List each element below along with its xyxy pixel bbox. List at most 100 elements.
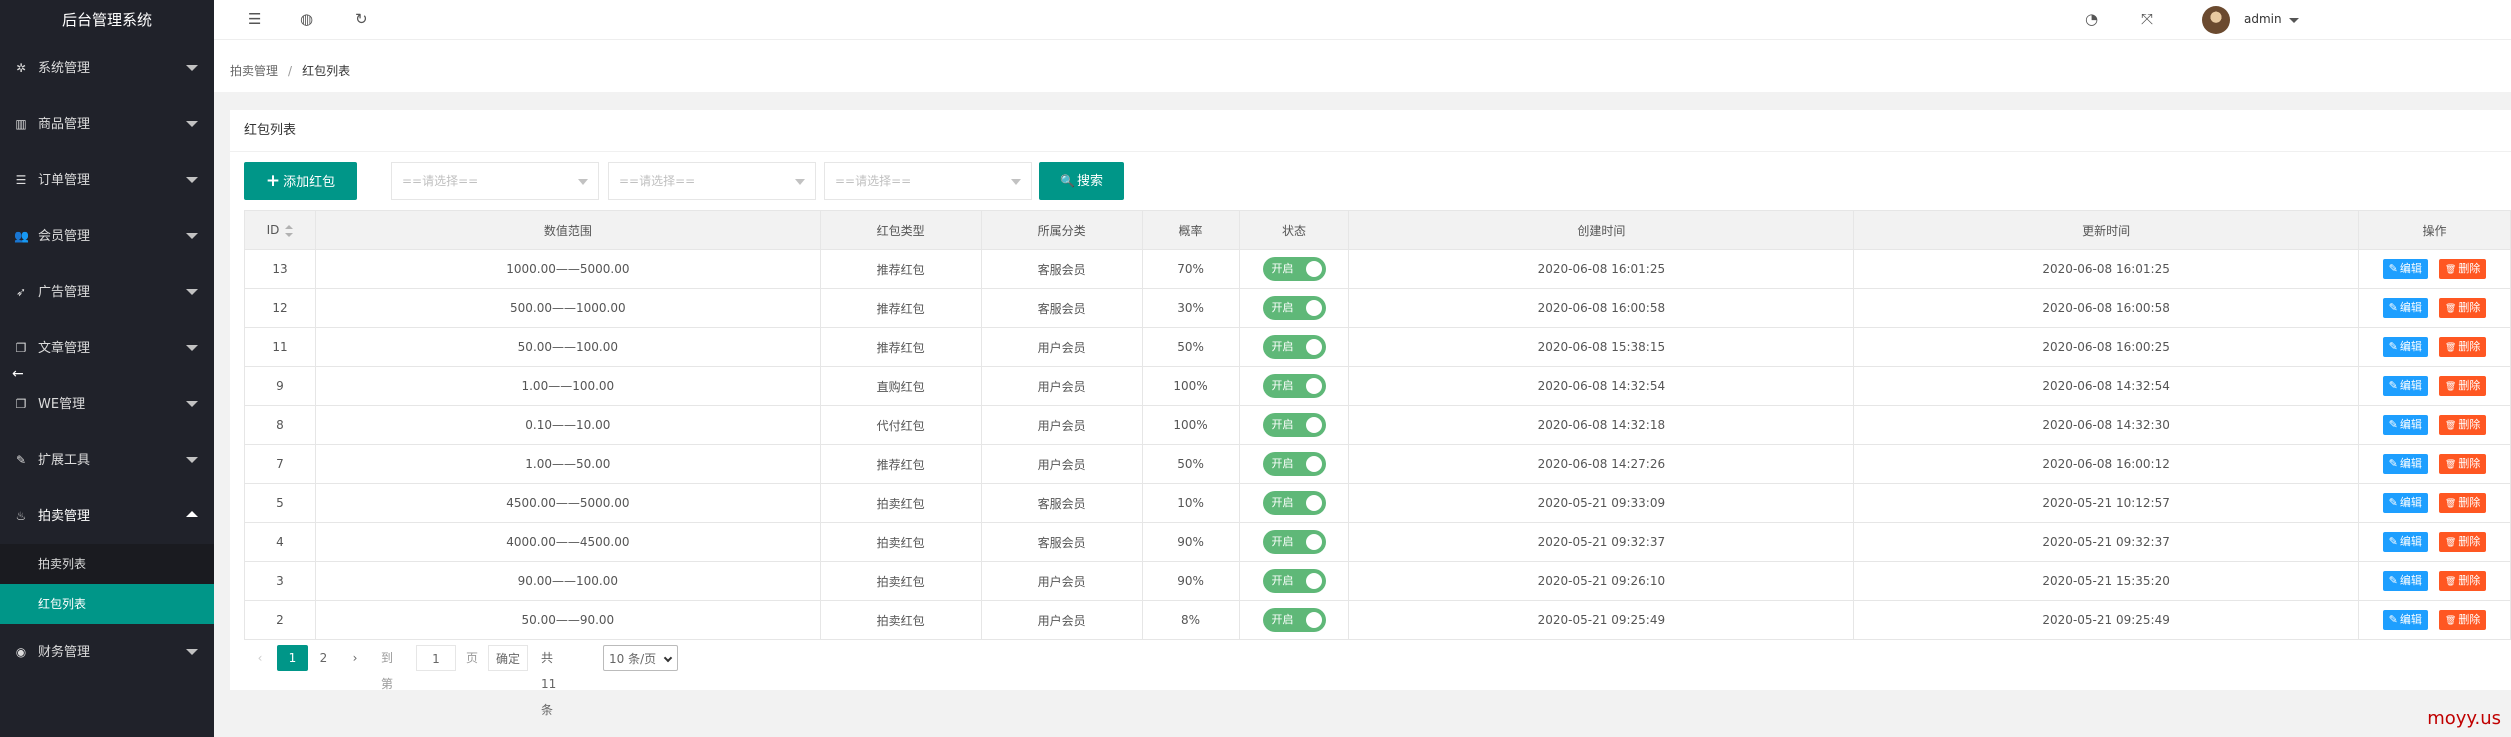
status-toggle[interactable]: 开启 [1262, 413, 1326, 437]
chevron-down-icon [186, 457, 198, 463]
delete-button[interactable]: 🗑 删除 [2438, 610, 2487, 630]
delete-label: 删除 [2458, 340, 2481, 353]
cell-created: 2020-06-08 14:32:18 [1348, 405, 1855, 445]
chevron-down-icon [186, 121, 198, 127]
avatar[interactable] [2202, 6, 2230, 34]
trash-icon: 🗑 [2444, 382, 2457, 392]
pencil-icon: ✎ [2388, 496, 2398, 509]
edit-button[interactable]: ✎ 编辑 [2382, 532, 2428, 552]
page-2[interactable]: 2 [308, 645, 339, 671]
filter-select-1[interactable]: ==请选择== [391, 162, 599, 200]
goto-page-input[interactable]: 1 [416, 645, 456, 671]
search-button[interactable]: 🔍 搜索 [1039, 162, 1124, 200]
delete-button[interactable]: 🗑 删除 [2438, 571, 2487, 591]
menu-toggle-icon[interactable]: ☰ [248, 10, 261, 28]
delete-button[interactable]: 🗑 删除 [2438, 532, 2487, 552]
refresh-icon[interactable]: ↻ [355, 10, 368, 28]
theme-icon[interactable]: ◔ [2085, 10, 2098, 28]
cell-id: 2 [244, 600, 316, 640]
sidebar-subitem[interactable]: 红包列表 [0, 584, 214, 624]
add-redpacket-button[interactable]: + 添加红包 [244, 162, 357, 200]
delete-button[interactable]: 🗑 删除 [2438, 454, 2487, 474]
edit-button[interactable]: ✎ 编辑 [2382, 493, 2428, 513]
trash-icon: 🗑 [2444, 460, 2457, 470]
status-toggle[interactable]: 开启 [1262, 491, 1326, 515]
sidebar-item[interactable]: ❐ 文章管理 [0, 320, 214, 376]
status-toggle[interactable]: 开启 [1262, 608, 1326, 632]
sidebar-item[interactable]: ◉ 财务管理 [0, 624, 214, 680]
cell-category: 客服会员 [980, 288, 1143, 328]
page-size-select[interactable]: 10 条/页 [603, 645, 678, 671]
status-toggle[interactable]: 开启 [1262, 452, 1326, 476]
select-placeholder: ==请选择== [619, 174, 696, 188]
next-page-icon[interactable]: › [347, 645, 363, 671]
chevron-down-icon [186, 345, 198, 351]
total-count: 共 11 条 [541, 651, 557, 717]
sidebar-item[interactable]: ✎ 扩展工具 [0, 432, 214, 488]
cell-created: 2020-06-08 15:38:15 [1348, 327, 1855, 367]
status-toggle-label: 开启 [1271, 574, 1294, 587]
status-toggle[interactable]: 开启 [1262, 296, 1326, 320]
cell-rate: 50% [1141, 444, 1240, 484]
edit-button[interactable]: ✎ 编辑 [2382, 571, 2428, 591]
sidebar-item[interactable]: ❐ WE管理 [0, 376, 214, 432]
status-toggle[interactable]: 开启 [1262, 374, 1326, 398]
page-1[interactable]: 1 [277, 645, 308, 671]
delete-button[interactable]: 🗑 删除 [2438, 337, 2487, 357]
user-name[interactable]: admin [2244, 12, 2282, 26]
edit-button[interactable]: ✎ 编辑 [2382, 610, 2428, 630]
edit-button[interactable]: ✎ 编辑 [2382, 337, 2428, 357]
cell-rate: 90% [1141, 522, 1240, 562]
delete-button[interactable]: 🗑 删除 [2438, 376, 2487, 396]
breadcrumb-parent[interactable]: 拍卖管理 [230, 64, 278, 78]
collapse-arrow-icon[interactable]: ← [12, 366, 24, 382]
user-dropdown-icon[interactable] [2289, 18, 2299, 23]
edit-label: 编辑 [2399, 574, 2422, 587]
delete-button[interactable]: 🗑 删除 [2438, 415, 2487, 435]
cell-status: 开启 [1238, 327, 1350, 367]
delete-button[interactable]: 🗑 删除 [2438, 259, 2487, 279]
sidebar-item[interactable]: 👥 会员管理 [0, 208, 214, 264]
status-toggle[interactable]: 开启 [1262, 530, 1326, 554]
sidebar-item[interactable]: ♨ 拍卖管理 [0, 488, 214, 544]
sidebar-item[interactable]: ▥ 商品管理 [0, 96, 214, 152]
cell-type: 代付红包 [819, 405, 982, 445]
cell-id: 5 [244, 483, 316, 523]
prev-page-icon[interactable]: ‹ [252, 645, 268, 671]
toggle-knob [1305, 300, 1322, 316]
cell-status: 开启 [1238, 522, 1350, 562]
cell-id: 11 [244, 327, 316, 367]
search-button-label: 搜索 [1076, 174, 1103, 189]
sidebar-item[interactable]: ✲ 系统管理 [0, 40, 214, 96]
status-toggle[interactable]: 开启 [1262, 569, 1326, 593]
delete-button[interactable]: 🗑 删除 [2438, 298, 2487, 318]
status-toggle[interactable]: 开启 [1262, 257, 1326, 281]
cell-created: 2020-05-21 09:32:37 [1348, 522, 1855, 562]
edit-button[interactable]: ✎ 编辑 [2382, 298, 2428, 318]
cell-range: 1.00——50.00 [314, 444, 821, 484]
globe-icon[interactable]: ◍ [300, 10, 313, 28]
status-toggle-label: 开启 [1271, 418, 1294, 431]
edit-button[interactable]: ✎ 编辑 [2382, 259, 2428, 279]
sort-icon[interactable] [285, 224, 294, 237]
edit-button[interactable]: ✎ 编辑 [2382, 376, 2428, 396]
filter-select-3[interactable]: ==请选择== [824, 162, 1032, 200]
edit-button[interactable]: ✎ 编辑 [2382, 454, 2428, 474]
edit-label: 编辑 [2399, 496, 2422, 509]
sidebar-item-label: WE管理 [38, 397, 86, 412]
filter-select-2[interactable]: ==请选择== [608, 162, 816, 200]
column-header-id[interactable]: ID [244, 210, 316, 250]
sidebar-item[interactable]: ☰ 订单管理 [0, 152, 214, 208]
edit-button[interactable]: ✎ 编辑 [2382, 415, 2428, 435]
goto-confirm-button[interactable]: 确定 [488, 645, 528, 671]
column-header: 概率 [1141, 210, 1240, 250]
delete-label: 删除 [2458, 496, 2481, 509]
sidebar-item-label: 系统管理 [38, 61, 91, 76]
status-toggle[interactable]: 开启 [1262, 335, 1326, 359]
fullscreen-icon[interactable]: ⤧ [2141, 10, 2153, 28]
chevron-down-icon [186, 177, 198, 183]
sidebar-item-label: 拍卖管理 [38, 509, 91, 524]
sidebar-subitem[interactable]: 拍卖列表 [0, 544, 214, 584]
delete-button[interactable]: 🗑 删除 [2438, 493, 2487, 513]
sidebar-item[interactable]: ➶ 广告管理 [0, 264, 214, 320]
